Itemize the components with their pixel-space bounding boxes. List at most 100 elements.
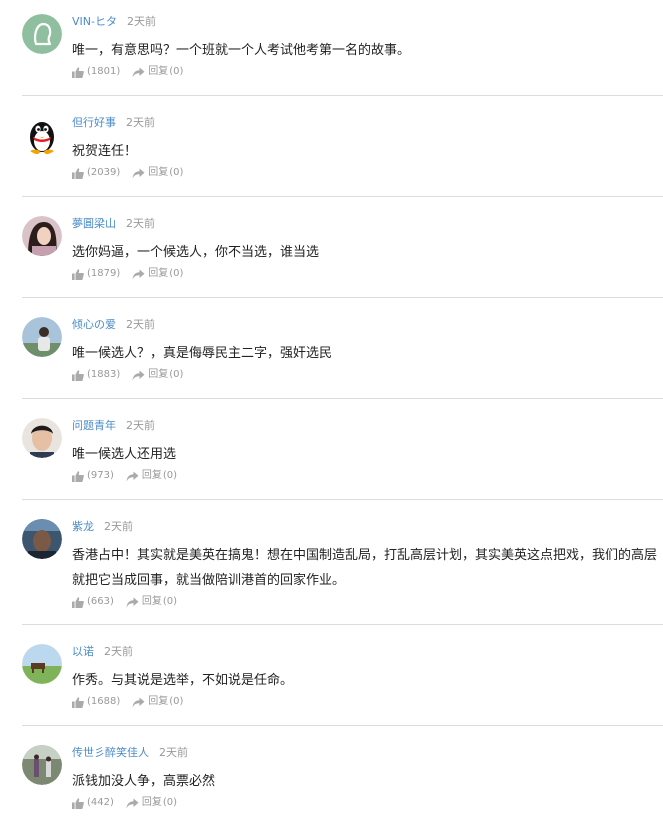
thumbs-up-icon: [72, 596, 84, 608]
avatar[interactable]: [22, 418, 62, 458]
avatar[interactable]: [22, 644, 62, 684]
comment-meta: 传世彡醉笑佳人 2天前: [72, 745, 188, 761]
thumbs-up-icon: [72, 167, 84, 179]
reply-arrow-icon: [132, 697, 145, 707]
like-button[interactable]: (663): [72, 595, 114, 609]
reply-count: (0): [162, 596, 178, 607]
reply-arrow-icon: [132, 168, 145, 178]
avatar[interactable]: [22, 745, 62, 785]
thumbs-up-icon: [72, 696, 84, 708]
comment-text: 唯一，有意思吗？一个班就一个人考试他考第一名的故事。: [72, 43, 411, 58]
thumbs-up-icon: [72, 268, 84, 280]
comment-meta: 以诺 2天前: [72, 644, 133, 660]
reply-arrow-icon: [126, 798, 139, 808]
avatar[interactable]: [22, 519, 62, 559]
comment-meta: 倾心の爱 2天前: [72, 317, 155, 333]
username-link[interactable]: 紫龙: [72, 520, 94, 533]
comment-item: 夢圓梁山 2天前选你妈逼，一个候选人，你不当选，谁当选 (1879) 回复 (0): [0, 202, 663, 303]
reply-arrow-icon: [132, 67, 145, 77]
reply-arrow-icon: [126, 597, 139, 607]
comment-list: VIN-ヒタ 2天前 唯一，有意思吗？一个班就一个人考试他考第一名的故事。 (1801…: [0, 0, 663, 822]
reply-label: 回复: [148, 696, 169, 707]
timestamp: 2天前: [159, 746, 188, 759]
divider: [22, 297, 663, 298]
timestamp: 2天前: [126, 217, 155, 230]
reply-button[interactable]: 回复 (0): [126, 595, 177, 609]
like-count: (1688): [87, 696, 121, 707]
username-link[interactable]: 以诺: [72, 645, 94, 658]
thumbs-up-icon: [72, 797, 84, 809]
comment-meta: 问题青年 2天前: [72, 418, 155, 434]
comment-text: 作秀。与其说是选举，不如说是任命。: [72, 673, 294, 688]
username-link[interactable]: 问题青年: [72, 419, 116, 432]
like-count: (1879): [87, 268, 121, 279]
reply-count: (0): [162, 470, 178, 481]
timestamp: 2天前: [126, 419, 155, 432]
comment-text: 祝贺连任！: [72, 144, 138, 159]
reply-count: (0): [169, 167, 184, 178]
comment-item: 紫龙 2天前香港占中！其实就是美英在搞鬼！想在中国制造乱局，打乱高层计划，其实美英…: [0, 505, 663, 630]
avatar[interactable]: [22, 14, 62, 54]
reply-count: (0): [169, 696, 184, 707]
like-button[interactable]: (973): [72, 469, 114, 483]
reply-button[interactable]: 回复 (0): [126, 796, 177, 810]
comment-text: 唯一候选人还用选: [72, 447, 177, 462]
reply-arrow-icon: [132, 269, 145, 279]
avatar[interactable]: [22, 317, 62, 357]
reply-label: 回复: [148, 369, 169, 380]
like-count: (2039): [87, 167, 121, 178]
reply-label: 回复: [141, 797, 162, 808]
reply-count: (0): [169, 268, 184, 279]
reply-button[interactable]: 回复 (0): [132, 267, 183, 281]
like-button[interactable]: (2039): [72, 166, 120, 180]
timestamp: 2天前: [126, 116, 155, 129]
thumbs-up-icon: [72, 369, 84, 381]
divider: [22, 398, 663, 399]
username-link[interactable]: 传世彡醉笑佳人: [72, 746, 149, 759]
reply-arrow-icon: [126, 471, 139, 481]
comment-text: 派钱加没人争，高票必然: [72, 774, 216, 789]
like-button[interactable]: (1883): [72, 368, 120, 382]
reply-label: 回复: [148, 66, 169, 77]
reply-label: 回复: [148, 167, 169, 178]
reply-button[interactable]: 回复 (0): [132, 166, 183, 180]
username-link[interactable]: 夢圓梁山: [72, 217, 116, 230]
like-button[interactable]: (1688): [72, 695, 120, 709]
reply-button[interactable]: 回复 (0): [132, 65, 183, 79]
avatar[interactable]: [22, 216, 62, 256]
like-button[interactable]: (442): [72, 796, 114, 810]
comment-item: 以诺 2天前作秀。与其说是选举，不如说是任命。 (1688) 回复 (0): [0, 630, 663, 731]
username-link[interactable]: VIN-ヒタ: [72, 15, 117, 28]
comment-actions: (1688) 回复 (0): [72, 695, 183, 709]
thumbs-up-icon: [72, 470, 84, 482]
comment-meta: VIN-ヒタ 2天前: [72, 14, 156, 30]
timestamp: 2天前: [126, 15, 156, 28]
comment-actions: (1801) 回复 (0): [72, 65, 183, 79]
comment-text: 唯一候选人？，真是侮辱民主二字，强奸选民: [72, 346, 333, 361]
comment-text: 香港占中！其实就是美英在搞鬼！想在中国制造乱局，打乱高层计划，其实美英这点把戏，…: [72, 548, 658, 588]
avatar[interactable]: [22, 115, 62, 155]
comment-text: 选你妈逼，一个候选人，你不当选，谁当选: [72, 245, 320, 260]
comment-meta: 紫龙 2天前: [72, 519, 133, 535]
comment-actions: (1879) 回复 (0): [72, 267, 183, 281]
reply-label: 回复: [141, 470, 162, 481]
comment-actions: (442) 回复 (0): [72, 796, 177, 810]
like-count: (1801): [87, 66, 121, 77]
username-link[interactable]: 但行好事: [72, 116, 116, 129]
like-button[interactable]: (1801): [72, 65, 120, 79]
reply-button[interactable]: 回复 (0): [132, 368, 183, 382]
reply-count: (0): [169, 369, 184, 380]
username-link[interactable]: 倾心の爱: [72, 318, 116, 331]
comment-item: VIN-ヒタ 2天前唯一，有意思吗？一个班就一个人考试他考第一名的故事。 (1801…: [0, 0, 663, 101]
timestamp: 2天前: [104, 645, 133, 658]
comment-meta: 但行好事 2天前: [72, 115, 155, 131]
comment-meta: 夢圓梁山 2天前: [72, 216, 155, 232]
like-button[interactable]: (1879): [72, 267, 120, 281]
divider: [22, 624, 663, 625]
comment-item: 传世彡醉笑佳人 2天前派钱加没人争，高票必然 (442) 回复 (0): [0, 731, 663, 822]
comment-actions: (973) 回复 (0): [72, 469, 177, 483]
reply-button[interactable]: 回复 (0): [132, 695, 183, 709]
reply-button[interactable]: 回复 (0): [126, 469, 177, 483]
reply-label: 回复: [148, 268, 169, 279]
timestamp: 2天前: [104, 520, 133, 533]
